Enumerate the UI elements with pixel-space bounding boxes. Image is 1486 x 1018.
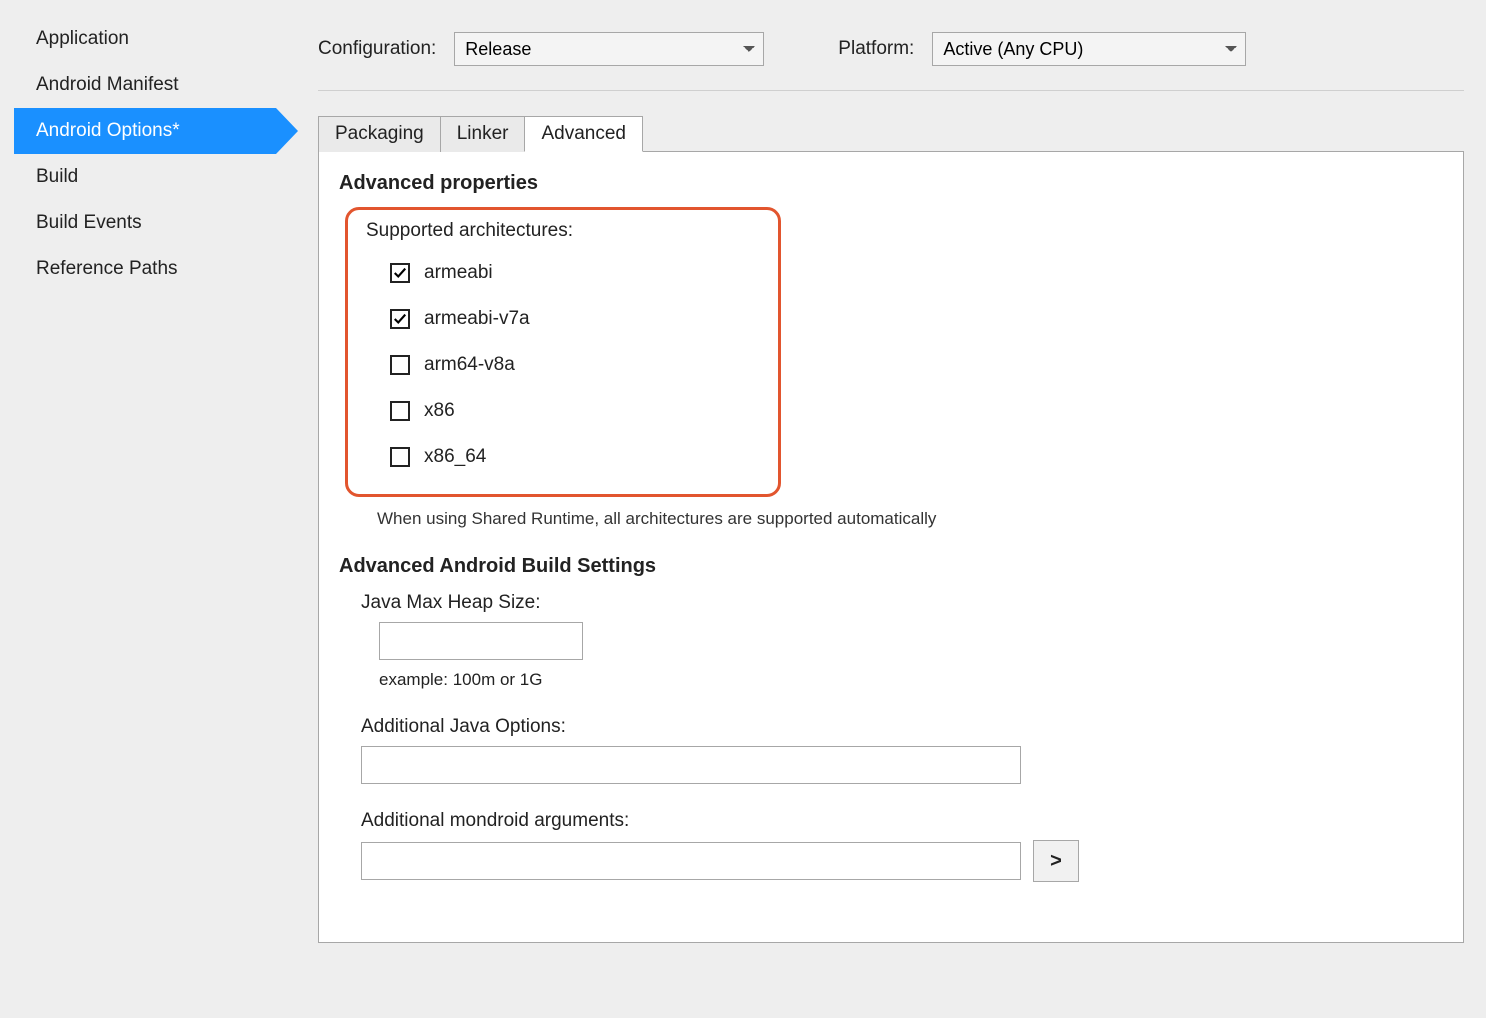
main-panel: Configuration: Release Platform: Active …: [276, 12, 1472, 943]
sidebar-item-android-manifest[interactable]: Android Manifest: [14, 62, 276, 108]
tab-linker[interactable]: Linker: [440, 116, 526, 152]
tab-packaging[interactable]: Packaging: [318, 116, 441, 152]
sidebar-item-build-events[interactable]: Build Events: [14, 200, 276, 246]
mondroid-more-button[interactable]: >: [1033, 840, 1079, 882]
java-max-heap-example: example: 100m or 1G: [379, 670, 1443, 690]
architectures-hint: When using Shared Runtime, all architect…: [377, 509, 1443, 529]
arch-label-arm64-v8a: arm64-v8a: [424, 354, 515, 376]
java-max-heap-label: Java Max Heap Size:: [361, 592, 1443, 614]
sidebar-item-build[interactable]: Build: [14, 154, 276, 200]
checkbox-arm64-v8a[interactable]: [390, 355, 410, 375]
checkbox-x86-64[interactable]: [390, 447, 410, 467]
sidebar: Application Android Manifest Android Opt…: [14, 12, 276, 943]
arch-label-x86-64: x86_64: [424, 446, 486, 468]
platform-label: Platform:: [838, 38, 914, 60]
arch-label-armeabi-v7a: armeabi-v7a: [424, 308, 530, 330]
platform-select[interactable]: Active (Any CPU): [932, 32, 1246, 66]
arch-label-armeabi: armeabi: [424, 262, 493, 284]
additional-java-options-label: Additional Java Options:: [361, 716, 1443, 738]
java-max-heap-input[interactable]: [379, 622, 583, 660]
section-advanced-android-build: Advanced Android Build Settings: [339, 555, 1443, 578]
additional-java-options-input[interactable]: [361, 746, 1021, 784]
configuration-select[interactable]: Release: [454, 32, 764, 66]
checkbox-armeabi[interactable]: [390, 263, 410, 283]
top-row: Configuration: Release Platform: Active …: [318, 12, 1464, 91]
tab-advanced[interactable]: Advanced: [524, 116, 643, 152]
sidebar-item-reference-paths[interactable]: Reference Paths: [14, 246, 276, 292]
additional-mondroid-label: Additional mondroid arguments:: [361, 810, 1443, 832]
configuration-label: Configuration:: [318, 38, 436, 60]
sidebar-item-android-options[interactable]: Android Options*: [14, 108, 276, 154]
section-advanced-properties: Advanced properties: [339, 172, 1443, 195]
checkbox-armeabi-v7a[interactable]: [390, 309, 410, 329]
arch-label-x86: x86: [424, 400, 455, 422]
sidebar-item-application[interactable]: Application: [14, 16, 276, 62]
tabs-row: Packaging Linker Advanced: [318, 115, 1464, 151]
tab-body-advanced: Advanced properties Supported architectu…: [318, 151, 1464, 943]
additional-mondroid-input[interactable]: [361, 842, 1021, 880]
checkbox-x86[interactable]: [390, 401, 410, 421]
supported-architectures-label: Supported architectures:: [366, 220, 758, 242]
supported-architectures-group: Supported architectures: armeabi armeabi…: [345, 207, 781, 497]
